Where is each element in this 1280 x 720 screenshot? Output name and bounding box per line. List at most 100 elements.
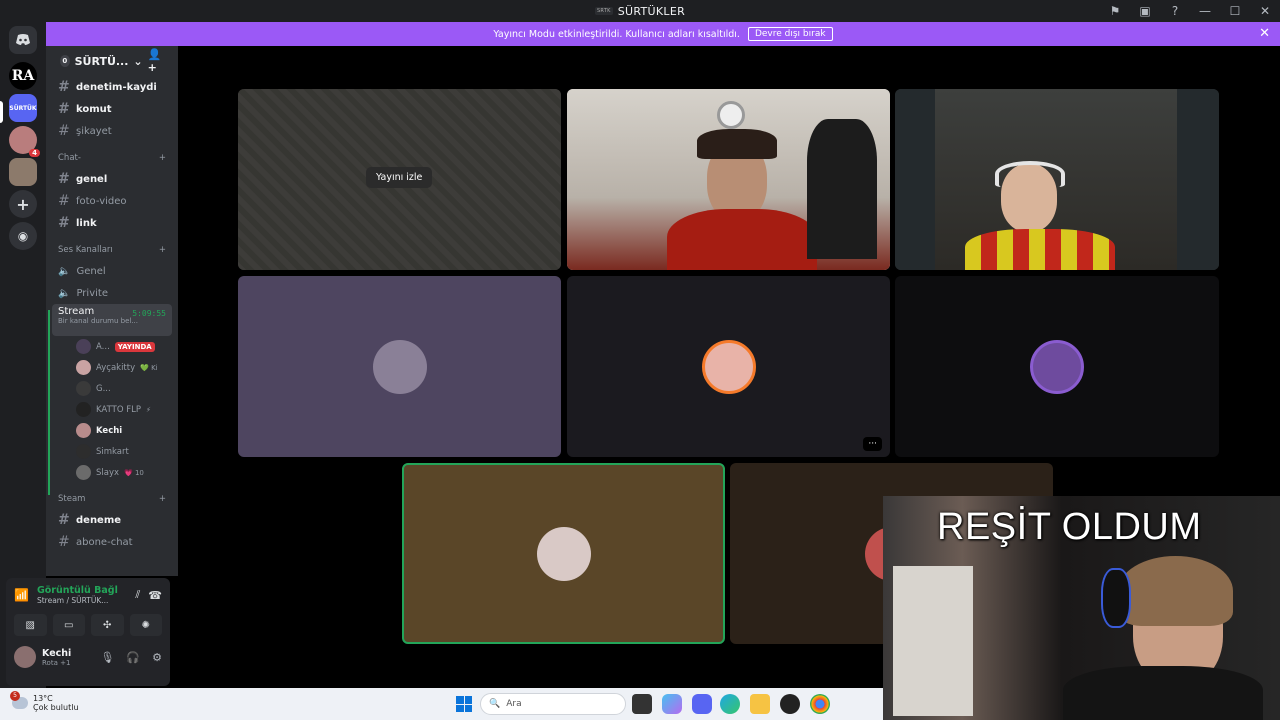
boost-icon: 0 [60, 55, 70, 67]
activities-button[interactable]: ✣ [91, 614, 124, 636]
channel-2[interactable]: # şikayet [46, 120, 178, 142]
server-photo-icon[interactable] [9, 158, 37, 186]
voice-member[interactable]: Ayçakitty 💚 Ki [46, 357, 178, 378]
search-icon: 🔍 [489, 699, 501, 709]
channel-0[interactable]: # denetim-kaydi [46, 76, 178, 98]
watch-stream-button[interactable]: Yayını izle [366, 167, 433, 188]
voice-channel-stream[interactable]: Stream Bir kanal durumu bel... 5:09:55 [52, 304, 172, 336]
user-tile-speaking[interactable] [402, 463, 725, 644]
windows-start-icon[interactable] [454, 694, 474, 714]
door [893, 566, 973, 716]
voice-channel-0[interactable]: 🔈 Genel [46, 260, 178, 282]
chrome-icon[interactable] [810, 694, 830, 714]
discover-compass-icon[interactable]: ◉ [9, 222, 37, 250]
add-steam-channel-icon[interactable]: + [159, 494, 166, 504]
file-explorer-icon[interactable] [750, 694, 770, 714]
server-ra-icon[interactable]: RA [9, 62, 37, 90]
member-name: Ayçakitty [96, 362, 136, 373]
task-view-icon[interactable] [632, 694, 652, 714]
microphone-icon[interactable]: 🎙 [100, 651, 114, 664]
share-screen-button[interactable]: ▭ [52, 614, 85, 636]
hash-icon: # [58, 79, 70, 95]
discord-taskbar-icon[interactable] [692, 694, 712, 714]
invite-icon[interactable]: 👤+ [148, 48, 166, 74]
streamer-mode-banner: Yayıncı Modu etkinleştirildi. Kullanıcı … [46, 22, 1280, 46]
window-title-text: SÜRTÜKLER [617, 4, 686, 18]
voice-member[interactable]: Simkart [46, 441, 178, 462]
speaker-icon: 🔈 [58, 265, 71, 277]
hash-icon: # [58, 171, 70, 187]
stream-tile[interactable]: Yayını izle [238, 89, 561, 270]
avatar[interactable] [14, 646, 36, 668]
edge-icon[interactable] [720, 694, 740, 714]
category-steam[interactable]: Steam + [46, 489, 178, 509]
disconnect-icon[interactable]: ☎ [148, 589, 162, 602]
channel-0[interactable]: # genel [46, 168, 178, 190]
overlay-caption: REŞİT OLDUM [937, 506, 1202, 548]
channel-name: abone-chat [76, 536, 133, 548]
close-window-button[interactable]: ✕ [1250, 0, 1280, 22]
speaker-icon: 🔈 [58, 287, 71, 299]
server-avatar-icon[interactable]: 4 [9, 126, 40, 157]
voice-member[interactable]: KATTO FLP ⚡ [46, 399, 178, 420]
webcam-tile-2[interactable] [895, 89, 1219, 270]
minimize-button[interactable]: — [1190, 0, 1220, 22]
hash-icon: # [58, 123, 70, 139]
voice-member[interactable]: Kechi [46, 420, 178, 441]
server-header[interactable]: 0 SÜRTÜ... ⌄ 👤+ [46, 46, 178, 76]
camera-off-button[interactable]: ▧ [14, 614, 47, 636]
voice-member[interactable]: A... YAYINDA [46, 336, 178, 357]
channel-0[interactable]: # deneme [46, 509, 178, 531]
help-icon[interactable]: ? [1160, 0, 1190, 22]
channel-1[interactable]: # foto-video [46, 190, 178, 212]
voice-channel-name: Privite [76, 287, 108, 299]
disable-streamer-mode-button[interactable]: Devre dışı bırak [747, 27, 833, 41]
voice-status-subtitle[interactable]: Stream / SÜRTÜK... [37, 596, 118, 605]
channel-name: link [76, 217, 97, 229]
category-chat[interactable]: Chat- + [46, 148, 178, 168]
avatar [76, 465, 91, 480]
member-name: KATTO FLP [96, 404, 141, 415]
more-options-button[interactable]: ··· [863, 437, 882, 451]
add-channel-icon[interactable]: + [159, 153, 166, 163]
channel-1[interactable]: # abone-chat [46, 531, 178, 553]
noise-suppression-icon[interactable]: ⫽ [135, 588, 140, 602]
settings-gear-icon[interactable]: ⚙ [152, 651, 162, 664]
soundboard-button[interactable]: ✺ [129, 614, 162, 636]
webcam-tile-1[interactable] [567, 89, 890, 270]
webcam-overlay: REŞİT OLDUM [883, 496, 1280, 720]
member-status: ⚡ [145, 405, 151, 414]
voice-member[interactable]: G... [46, 378, 178, 399]
taskbar-search-input[interactable]: 🔍 Ara [480, 693, 626, 715]
voice-member[interactable]: Slayx 💗 10 [46, 462, 178, 483]
category-voice[interactable]: Ses Kanalları + [46, 240, 178, 260]
add-server-icon[interactable]: + [9, 190, 37, 218]
close-banner-icon[interactable]: ✕ [1259, 26, 1270, 41]
add-voice-channel-icon[interactable]: + [159, 245, 166, 255]
user-tile-3[interactable] [895, 276, 1219, 457]
discord-home-icon[interactable] [9, 26, 37, 54]
channel-2[interactable]: # link [46, 212, 178, 234]
screen-share-icon[interactable]: ▣ [1130, 0, 1160, 22]
category-steam-label: Steam [58, 494, 86, 504]
copilot-icon[interactable] [662, 694, 682, 714]
hash-icon: # [58, 534, 70, 550]
server-mini-icon: SRTK [594, 7, 613, 15]
channel-name: deneme [76, 514, 122, 526]
headphones-icon[interactable]: 🎧 [126, 651, 140, 664]
inbox-flag-icon[interactable]: ⚑ [1100, 0, 1130, 22]
channel-1[interactable]: # komut [46, 98, 178, 120]
avatar [536, 526, 591, 581]
maximize-button[interactable]: ☐ [1220, 0, 1250, 22]
live-badge: YAYINDA [114, 341, 155, 352]
member-name: Kechi [96, 425, 123, 436]
user-tile-1[interactable] [238, 276, 561, 457]
app-icon[interactable] [780, 694, 800, 714]
user-info[interactable]: Kechi Rota +1 🎙 🎧 ⚙ [6, 638, 170, 668]
server-surtuk-icon[interactable]: SÜRTÜK [9, 94, 37, 122]
weather-widget[interactable]: 5 13°C Çok bulutlu [10, 691, 79, 712]
voice-status-title[interactable]: Görüntülü Bağl [37, 585, 118, 596]
user-tile-2[interactable]: ··· [567, 276, 890, 457]
search-placeholder: Ara [506, 699, 522, 709]
voice-channel-1[interactable]: 🔈 Privite [46, 282, 178, 304]
